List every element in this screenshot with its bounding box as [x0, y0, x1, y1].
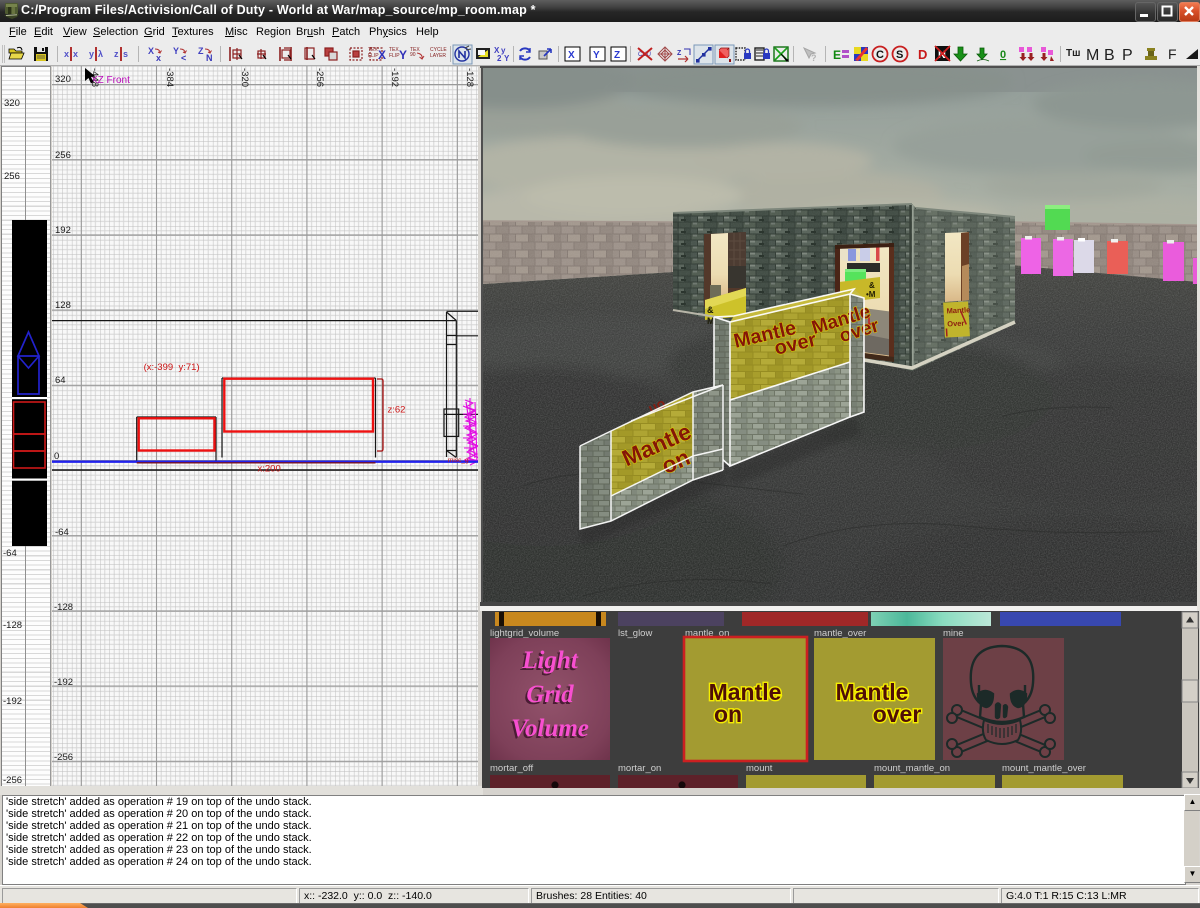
svg-text:mantle_over: mantle_over [814, 628, 866, 639]
svg-text:B: B [1104, 47, 1115, 64]
svg-text:0: 0 [1000, 49, 1006, 61]
svg-text:Y: Y [399, 48, 407, 62]
svg-text:F: F [1168, 46, 1177, 62]
svg-text:320: 320 [55, 74, 71, 85]
svg-text:lightgrid_volume: lightgrid_volume [490, 628, 559, 639]
svg-text:M: M [1086, 47, 1099, 64]
svg-text:256: 256 [4, 171, 20, 182]
svg-text:mortar_on: mortar_on [618, 763, 661, 774]
svg-text:&: & [707, 305, 714, 315]
svg-text:Y: Y [593, 50, 600, 61]
svg-text:256: 256 [55, 150, 71, 161]
svg-text:Z: Z [614, 50, 620, 61]
svg-text:<: < [181, 53, 186, 63]
svg-text:mount: mount [746, 763, 773, 774]
svg-text:N: N [206, 53, 213, 63]
svg-text:λ: λ [98, 49, 103, 59]
svg-text:x: x [73, 49, 78, 59]
svg-text:P: P [1122, 47, 1133, 64]
svg-text:Tш: Tш [1066, 48, 1080, 59]
svg-text:192: 192 [55, 225, 71, 236]
svg-text:2: 2 [497, 54, 502, 63]
svg-text:LAYER: LAYER [430, 53, 446, 59]
svg-text:Volume: Volume [511, 715, 589, 742]
svg-text:-128: -128 [54, 602, 73, 613]
svg-text:-128: -128 [464, 68, 475, 87]
svg-text:-256: -256 [3, 775, 22, 786]
svg-text:Z: Z [198, 46, 204, 56]
svg-text:-320: -320 [239, 68, 250, 87]
svg-text:320: 320 [4, 98, 20, 109]
svg-text:lst_glow: lst_glow [618, 628, 652, 639]
svg-text:•M: •M [866, 290, 876, 299]
svg-text:128: 128 [55, 300, 71, 311]
svg-text:mine: mine [943, 628, 964, 639]
svg-text:-128: -128 [3, 620, 22, 631]
svg-text:-64: -64 [55, 527, 69, 538]
svg-text:?: ? [811, 53, 817, 63]
svg-text:z:62: z:62 [388, 405, 406, 416]
svg-text:&: & [869, 281, 875, 290]
svg-text:mount_mantle_on: mount_mantle_on [874, 763, 950, 774]
svg-text:mortar_off: mortar_off [490, 763, 533, 774]
svg-text:-256: -256 [54, 752, 73, 763]
svg-text:x: x [64, 49, 69, 59]
svg-text:E: E [833, 48, 841, 62]
svg-text:-192: -192 [54, 677, 73, 688]
svg-text:S: S [896, 49, 903, 61]
svg-text:-64: -64 [3, 548, 17, 559]
svg-text:Over: Over [947, 319, 965, 329]
svg-text:Grid: Grid [526, 681, 574, 708]
svg-text:z: z [114, 49, 119, 59]
svg-text:-192: -192 [3, 696, 22, 707]
svg-text:s: s [123, 49, 128, 59]
svg-text:C: C [876, 49, 884, 61]
svg-text:mount_mantle_over: mount_mantle_over [1002, 763, 1086, 774]
svg-text:Z: Z [677, 50, 682, 57]
svg-text:64: 64 [55, 375, 66, 386]
svg-text:y: y [89, 49, 94, 59]
svg-text:0: 0 [54, 451, 59, 462]
svg-text:-256: -256 [314, 68, 325, 87]
svg-text:over: over [873, 701, 922, 727]
svg-text:(x:-399 y:71): (x:-399 y:71) [144, 362, 200, 373]
svg-text:90: 90 [410, 52, 416, 58]
svg-text:x:200: x:200 [258, 464, 281, 475]
svg-text:Light: Light [521, 647, 579, 674]
svg-text:x: x [156, 53, 161, 63]
svg-text:-192: -192 [389, 68, 400, 87]
svg-text:-384: -384 [164, 68, 175, 87]
svg-text:misc_g: misc_g [448, 457, 469, 464]
svg-text:on: on [714, 701, 742, 727]
svg-text:Mantle: Mantle [946, 305, 970, 315]
svg-text:D: D [918, 47, 927, 62]
svg-text:X: X [568, 50, 575, 61]
svg-text:X: X [378, 48, 386, 62]
svg-text:XZ Front: XZ Front [91, 75, 130, 86]
svg-text:Y: Y [173, 46, 179, 56]
svg-text:Y: Y [504, 54, 510, 63]
svg-text:X: X [148, 46, 154, 56]
